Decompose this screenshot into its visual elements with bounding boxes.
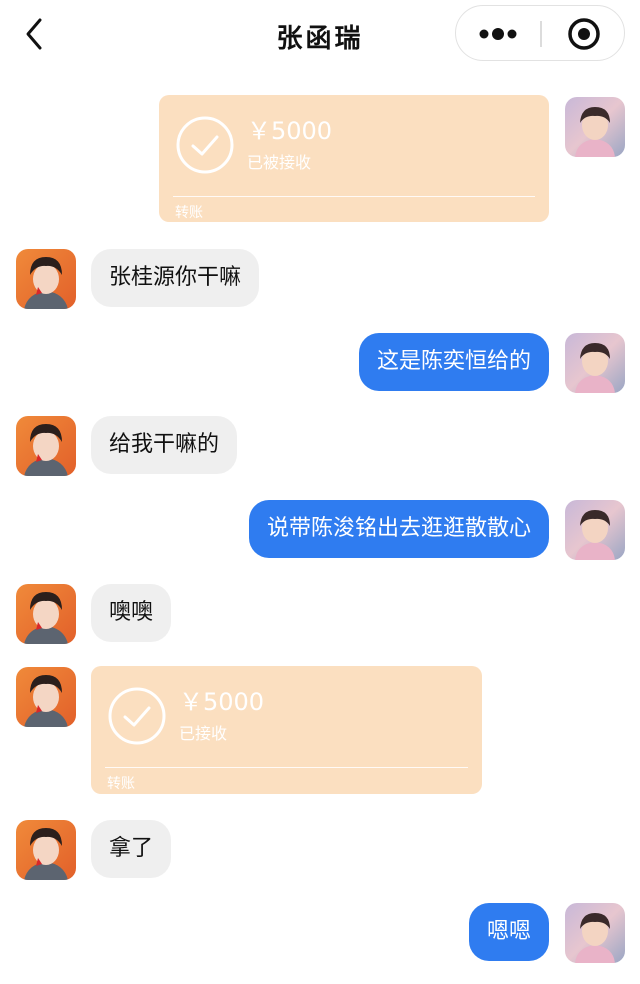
transfer-status: 已接收 — [179, 724, 228, 743]
transfer-label: 转账 — [107, 776, 135, 792]
avatar-self[interactable] — [565, 500, 625, 560]
close-button[interactable] — [542, 6, 626, 62]
avatar-self[interactable] — [565, 903, 625, 963]
message-row: 这是陈奕恒给的 — [0, 331, 640, 393]
check-circle-icon — [108, 687, 166, 745]
avatar-contact[interactable] — [16, 249, 76, 309]
message-bubble[interactable]: 嗯嗯 — [468, 903, 549, 961]
avatar-contact[interactable] — [16, 820, 76, 880]
message-row: ￥5000 已被接收 转账 — [0, 95, 640, 225]
more-button[interactable] — [456, 6, 540, 62]
message-bubble[interactable]: 这是陈奕恒给的 — [358, 333, 549, 391]
top-bar: 张函瑞 — [0, 0, 640, 68]
target-close-icon — [568, 18, 600, 50]
divider — [105, 767, 468, 768]
more-dots-icon — [479, 28, 517, 40]
transfer-amount: ￥5000 — [247, 117, 333, 145]
message-bubble[interactable]: 给我干嘛的 — [91, 416, 238, 474]
transfer-card[interactable]: ￥5000 已接收 转账 — [91, 666, 482, 794]
message-row: 嗯嗯 — [0, 901, 640, 963]
message-bubble[interactable]: 噢噢 — [91, 584, 172, 642]
mini-program-capsule — [455, 5, 625, 61]
avatar-contact[interactable] — [16, 416, 76, 476]
message-row: 给我干嘛的 — [0, 414, 640, 476]
transfer-label: 转账 — [175, 205, 203, 221]
transfer-status: 已被接收 — [247, 153, 312, 172]
avatar-contact[interactable] — [16, 667, 76, 727]
message-row: 说带陈浚铭出去逛逛散散心 — [0, 498, 640, 560]
avatar-self[interactable] — [565, 333, 625, 393]
divider — [173, 196, 535, 197]
message-row: 拿了 — [0, 818, 640, 880]
check-circle-icon — [176, 116, 234, 174]
message-bubble[interactable]: 说带陈浚铭出去逛逛散散心 — [248, 500, 549, 558]
message-row: ￥5000 已接收 转账 — [0, 665, 640, 797]
message-bubble[interactable]: 拿了 — [91, 820, 172, 878]
transfer-card[interactable]: ￥5000 已被接收 转账 — [159, 95, 549, 222]
message-bubble[interactable]: 张桂源你干嘛 — [91, 249, 260, 307]
message-row: 张桂源你干嘛 — [0, 247, 640, 309]
message-row: 噢噢 — [0, 582, 640, 644]
avatar-self[interactable] — [565, 97, 625, 157]
avatar-contact[interactable] — [16, 584, 76, 644]
transfer-amount: ￥5000 — [179, 688, 265, 716]
